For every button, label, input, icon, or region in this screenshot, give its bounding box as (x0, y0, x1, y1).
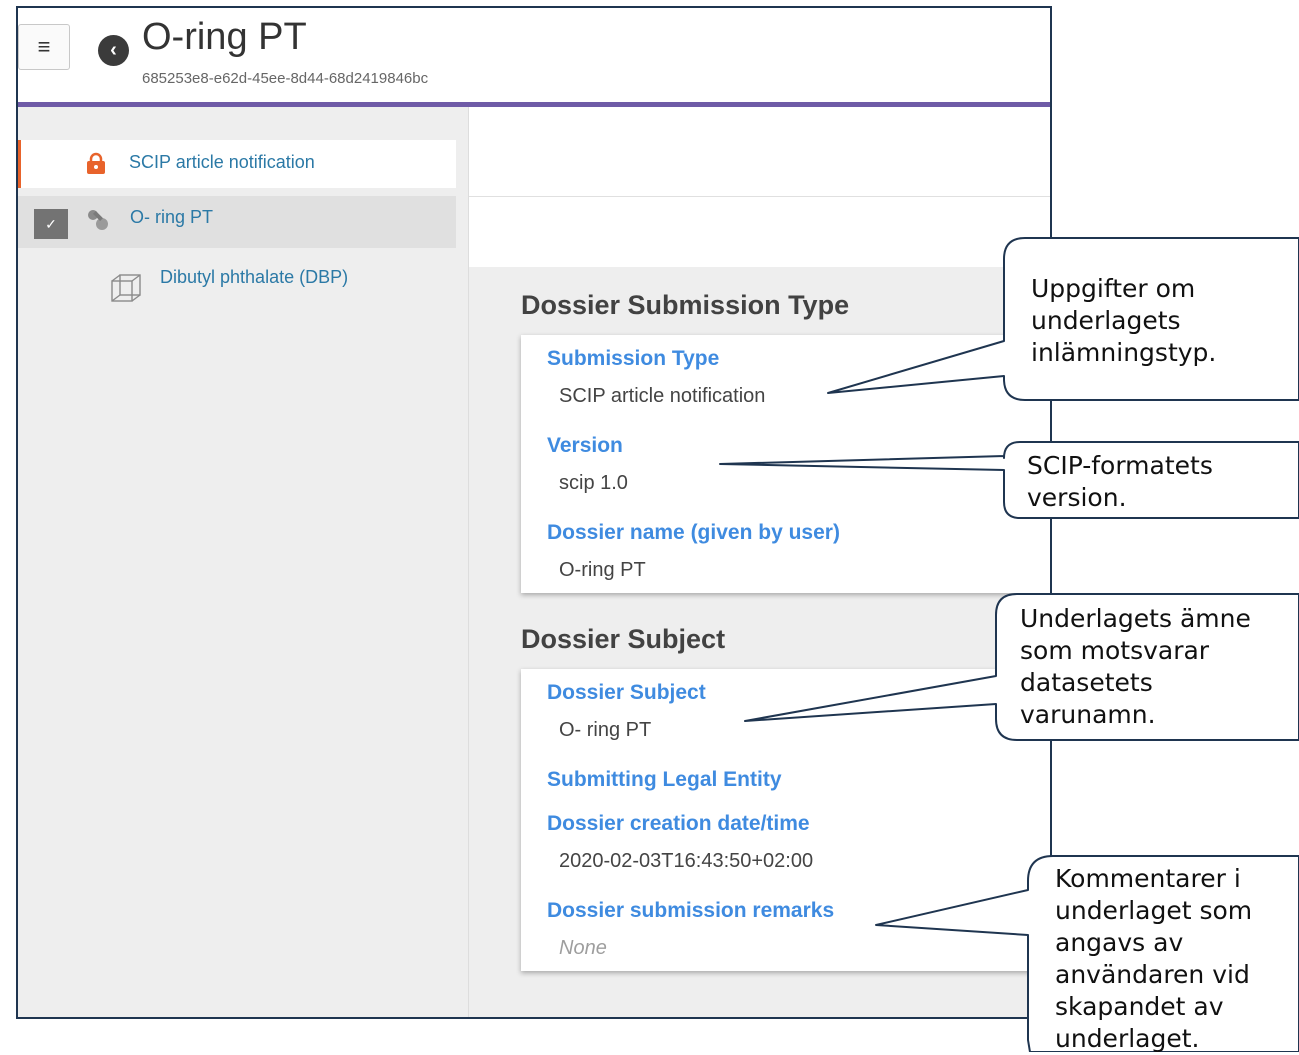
field-value-submission-remarks: None (559, 937, 607, 959)
callout-line: underlaget som (1055, 896, 1253, 925)
section-title-dossier-subject: Dossier Subject (521, 624, 726, 654)
field-value-dossier-name: O-ring PT (559, 559, 646, 581)
callout-2: SCIP-formatets version. (1027, 450, 1213, 514)
callout-4: Kommentarer i underlaget som angavs av a… (1055, 863, 1252, 1055)
callout-line: Uppgifter om (1031, 274, 1196, 303)
sidebar-item-scip-article-notification[interactable]: SCIP article notification (18, 140, 456, 188)
field-label-submitting-legal-entity: Submitting Legal Entity (547, 768, 782, 791)
callout-line: datasetets (1020, 668, 1153, 697)
callout-line: skapandet av (1055, 992, 1224, 1021)
callout-line: varunamn. (1020, 700, 1156, 729)
field-value-version: scip 1.0 (559, 472, 628, 494)
sidebar-item-label: Dibutyl phthalate (DBP) (160, 267, 349, 287)
chevron-down-icon[interactable]: ✓ (34, 209, 68, 239)
dossier-uuid: 685253e8-e62d-45ee-8d44-68d2419846bc (142, 70, 429, 87)
pin-icon (88, 210, 108, 230)
callout-line: Underlagets ämne (1020, 604, 1251, 633)
callout-line: version. (1027, 483, 1127, 512)
dossier-subject-card: Dossier Subject O- ring PT Submitting Le… (521, 669, 1050, 971)
back-circle-icon[interactable]: ‹ (98, 35, 129, 66)
sidebar: SCIP article notification ✓ O- ring PT D… (18, 107, 468, 1017)
page-title: O-ring PT (142, 16, 307, 58)
menu-arrow-icon: ≡ (37, 34, 51, 59)
lock-icon (87, 152, 105, 174)
submission-type-card: Submission Type SCIP article notificatio… (521, 335, 1050, 593)
callout-line: angavs av (1055, 928, 1184, 957)
callout-line: SCIP-formatets (1027, 451, 1213, 480)
sidebar-item-label: O- ring PT (130, 207, 214, 227)
callout-1: Uppgifter om underlagets inlämningstyp. (1031, 273, 1216, 369)
app-window: ≡ ‹ O-ring PT 685253e8-e62d-45ee-8d44-68… (16, 6, 1052, 1019)
sidebar-item-label: SCIP article notification (129, 152, 315, 172)
field-label-creation-datetime: Dossier creation date/time (547, 812, 810, 835)
callout-3: Underlagets ämne som motsvarar datasetet… (1020, 603, 1251, 731)
divider (469, 196, 1050, 197)
field-label-dossier-subject: Dossier Subject (547, 681, 706, 704)
field-label-submission-type: Submission Type (547, 347, 720, 370)
field-label-submission-remarks: Dossier submission remarks (547, 899, 835, 922)
field-value-dossier-subject: O- ring PT (559, 719, 652, 741)
section-title-submission-type: Dossier Submission Type (521, 290, 850, 320)
field-label-version: Version (547, 434, 623, 457)
callout-line: Kommentarer i (1055, 864, 1241, 893)
main-toolbar-area (469, 107, 1050, 267)
header: ≡ ‹ O-ring PT 685253e8-e62d-45ee-8d44-68… (18, 8, 1050, 102)
callout-line: som motsvarar (1020, 636, 1210, 665)
sidebar-item-o-ring-pt[interactable]: ✓ O- ring PT (18, 196, 456, 248)
callout-line: underlaget. (1055, 1024, 1200, 1053)
callout-line: underlagets (1031, 306, 1181, 335)
field-value-submission-type: SCIP article notification (559, 385, 766, 407)
sidebar-item-dibutyl-phthalate[interactable]: Dibutyl phthalate (DBP) (18, 257, 456, 305)
substance-cube-icon (111, 274, 141, 302)
menu-button[interactable]: ≡ (18, 24, 70, 70)
field-value-creation-datetime: 2020-02-03T16:43:50+02:00 (559, 850, 814, 872)
main-panel: Dossier Submission Type Submission Type … (468, 107, 1050, 1017)
callout-line: användaren vid (1055, 960, 1250, 989)
callout-line: inlämningstyp. (1031, 338, 1217, 367)
field-label-dossier-name: Dossier name (given by user) (547, 521, 840, 544)
